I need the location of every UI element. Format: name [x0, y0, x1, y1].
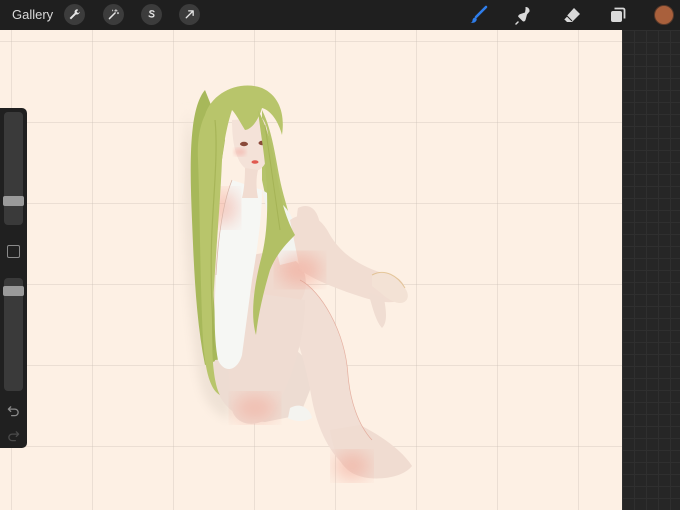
undo-icon[interactable]: [6, 403, 21, 418]
transform-arrow-icon[interactable]: [179, 4, 200, 25]
color-swatch[interactable]: [654, 5, 674, 25]
selection-s-icon[interactable]: [141, 4, 162, 25]
wrench-icon[interactable]: [64, 4, 85, 25]
brush-opacity-thumb[interactable]: [3, 286, 24, 297]
left-sidebar: [0, 108, 27, 448]
drawing-canvas[interactable]: [0, 30, 622, 510]
top-toolbar: Gallery: [0, 0, 680, 30]
workspace-background: [622, 30, 680, 510]
smudge-icon[interactable]: [513, 4, 535, 26]
artwork-illustration: [184, 85, 412, 480]
gallery-button[interactable]: Gallery: [12, 7, 53, 22]
eraser-icon[interactable]: [561, 4, 583, 26]
brush-icon[interactable]: [468, 4, 490, 26]
layers-icon[interactable]: [607, 4, 629, 26]
brush-opacity-slider[interactable]: [3, 278, 24, 391]
modify-square-icon[interactable]: [7, 245, 20, 258]
redo-icon[interactable]: [6, 428, 21, 443]
magic-wand-icon[interactable]: [103, 4, 124, 25]
brush-size-slider[interactable]: [3, 112, 24, 225]
brush-size-thumb[interactable]: [3, 196, 24, 207]
